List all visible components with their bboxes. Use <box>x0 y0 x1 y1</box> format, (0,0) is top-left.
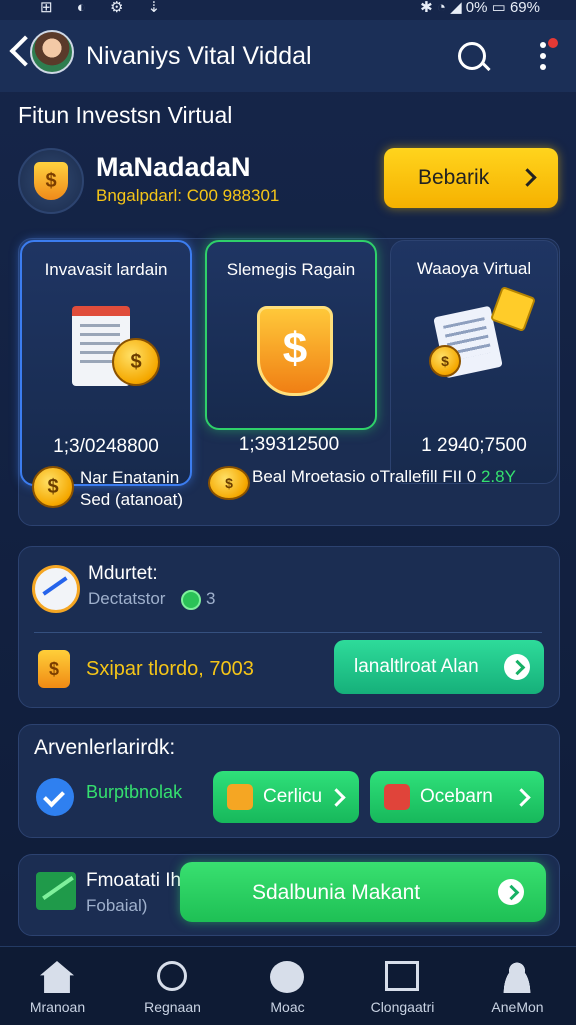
chart-icon <box>32 565 80 613</box>
investment-footer-left: Nar Enatanin Sed (atanoat) <box>80 467 183 511</box>
profile-balance: Bngalpdarl: C00 988301 <box>96 186 280 205</box>
status-dot-icon <box>181 590 201 610</box>
investment-footer-right: Beal Mroetasio oTrallefill FII 0 2.8Y <box>252 467 516 487</box>
search-icon <box>157 961 187 991</box>
gift-box-icon <box>489 285 537 333</box>
card-title: Waaoya Virtual <box>416 259 532 278</box>
shield-icon <box>270 961 304 993</box>
nav-label: Moac <box>270 999 305 1015</box>
footer-right-highlight: 2.8Y <box>480 467 516 486</box>
user-icon <box>500 961 534 993</box>
shield-icon: $ <box>34 162 68 200</box>
agenda-subtitle: Burptbnolak <box>86 782 183 802</box>
avatar[interactable] <box>30 30 74 74</box>
market-title: Mdurtet: <box>88 563 158 584</box>
profile-action-button[interactable]: Bebarik <box>384 148 558 208</box>
nav-item-home[interactable]: Mranoan <box>0 947 115 1025</box>
nav-label: Clongaatri <box>370 999 435 1015</box>
footer-panel-title: Fmoatati Ih <box>86 870 182 891</box>
home-icon <box>40 961 74 993</box>
dollar-shield-icon: $ <box>257 306 333 396</box>
primary-action-button[interactable]: Sdalbunia Makant <box>180 862 546 922</box>
app-title: Nivaniys Vital Viddal <box>86 42 312 70</box>
arrow-circle-icon <box>498 879 524 905</box>
investment-card-3[interactable]: Waaoya Virtual $ 1 2940;7500 <box>390 240 558 484</box>
footer-right-text: Beal Mroetasio oTrallefill FII 0 <box>252 467 477 486</box>
screen-icon <box>385 961 419 991</box>
card-value: 1 2940;7500 <box>421 435 527 456</box>
card-value: 1;39312500 <box>238 434 340 455</box>
agenda-title: Arvenlerlarirdk: <box>34 736 176 759</box>
market-dot-number: 3 <box>206 589 216 608</box>
status-icons-left: ⊞ ◐ ⚙ ⇣ <box>40 0 171 16</box>
investment-card-1[interactable]: Invavasit lardain $ 1;3/0248800 <box>20 240 192 486</box>
status-bar: ⊞ ◐ ⚙ ⇣ ✱ ◔ ◢ 0% ▭ 69% <box>0 0 576 18</box>
chevron-right-icon <box>327 788 346 807</box>
investment-card-2[interactable]: Slemegis Ragain $ <box>205 240 377 430</box>
bottom-nav: Mranoan Regnaan Moac Clongaatri AneMon <box>0 946 576 1025</box>
status-icons-right: ✱ ◔ ◢ 0% ▭ 69% <box>420 0 540 16</box>
divider <box>34 632 542 633</box>
profile-name: MaNadadaN <box>96 152 251 182</box>
growth-chart-icon <box>36 872 76 910</box>
box-icon <box>384 784 410 810</box>
coin-icon: $ <box>32 466 74 508</box>
card-value: 1;3/0248800 <box>53 436 159 457</box>
market-subtitle: Dectatstor <box>88 589 166 608</box>
chevron-right-icon <box>512 788 531 807</box>
profile-action-label: Bebarik <box>418 166 490 189</box>
primary-action-label: Sdalbunia Makant <box>252 881 421 904</box>
nav-label: Mranoan <box>29 999 86 1015</box>
footer-left-line2: Sed (atanoat) <box>80 490 184 509</box>
nav-label: AneMon <box>491 999 544 1015</box>
footer-panel-subtitle: Fobaial) <box>86 896 148 915</box>
notification-badge <box>548 38 558 48</box>
nav-item-profile[interactable]: AneMon <box>460 947 575 1025</box>
coin-icon: $ <box>112 338 160 386</box>
nav-item-screen[interactable]: Clongaatri <box>345 947 460 1025</box>
coin-icon: $ <box>429 345 461 377</box>
more-menu-icon[interactable] <box>540 42 546 75</box>
footer-left-line1: Nar Enatanin <box>80 468 180 487</box>
agenda-button-2-label: Ocebarn <box>420 786 493 807</box>
search-icon[interactable] <box>458 42 486 70</box>
card-title: Invavasit lardain <box>44 260 168 279</box>
nav-item-shield[interactable]: Moac <box>230 947 345 1025</box>
chevron-right-icon <box>518 168 537 187</box>
arrow-circle-icon <box>504 654 530 680</box>
box-icon <box>227 784 253 810</box>
section-title: Fitun Investsn Virtual <box>18 102 233 128</box>
app-header: Nivaniys Vital Viddal <box>0 20 576 92</box>
check-circle-icon <box>36 778 74 816</box>
profile-badge-icon: $ <box>18 148 84 214</box>
agenda-button-1[interactable]: Cerlicu <box>213 771 359 823</box>
market-action-label: lanaltlroat Alan <box>354 656 479 677</box>
nav-item-search[interactable]: Regnaan <box>115 947 230 1025</box>
card-title: Slemegis Ragain <box>226 260 356 279</box>
nav-label: Regnaan <box>144 999 201 1015</box>
coin-icon: $ <box>38 650 70 688</box>
market-action-button[interactable]: lanaltlroat Alan <box>334 640 544 694</box>
coin-stack-icon: $ <box>208 466 250 500</box>
market-value: Sxipar tlordo, 7003 <box>86 658 254 680</box>
agenda-button-2[interactable]: Ocebarn <box>370 771 544 823</box>
agenda-button-1-label: Cerlicu <box>263 786 323 807</box>
